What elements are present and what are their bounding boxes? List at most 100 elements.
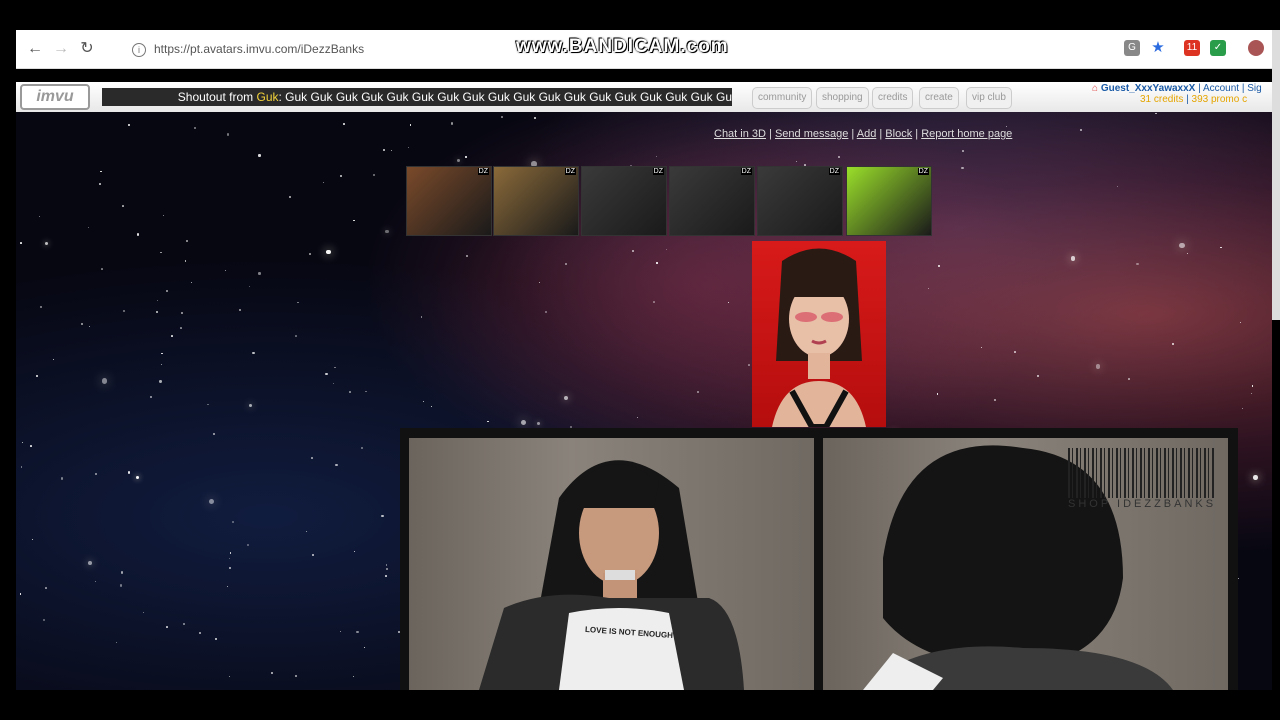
chat-in-3d-link[interactable]: Chat in 3D (714, 128, 766, 140)
star-decoration (430, 405, 432, 407)
star-decoration (156, 299, 159, 302)
nav-vip-club[interactable]: vip club (966, 87, 1012, 109)
nav-shopping[interactable]: shopping (816, 87, 869, 109)
avatar-portrait-icon (772, 248, 866, 427)
star-decoration (170, 335, 173, 338)
star-decoration (156, 310, 159, 313)
star-decoration (238, 308, 242, 312)
star-decoration (1079, 128, 1082, 131)
front-photo[interactable]: LOVE IS NOT ENOUGH (409, 438, 814, 690)
shoutout-name[interactable]: Guk (256, 90, 278, 104)
product-thumbnail[interactable]: DZ (669, 166, 755, 236)
barcode-graphic (1068, 448, 1216, 498)
shop-text: SHOP IDEZZBANKS (1068, 498, 1217, 510)
star-decoration (322, 181, 324, 183)
star-decoration (1005, 126, 1007, 128)
send-message-link[interactable]: Send message (775, 128, 848, 140)
star-decoration (101, 378, 107, 384)
star-decoration (99, 183, 101, 186)
star-decoration (101, 267, 104, 270)
star-decoration (88, 561, 93, 566)
star-decoration (94, 472, 97, 475)
avatar-picture[interactable] (752, 241, 886, 427)
product-thumbnail[interactable]: DZ (406, 166, 492, 236)
star-decoration (339, 630, 342, 633)
star-decoration (961, 166, 964, 170)
product-thumbnail[interactable]: DZ (493, 166, 579, 236)
star-decoration (35, 374, 38, 378)
nav-community[interactable]: community (752, 87, 813, 109)
star-decoration (936, 393, 938, 395)
user-box: ⌂ Guest_XxxYawaxxX | Account | Sig 31 cr… (1092, 83, 1262, 105)
extension-icon[interactable]: ✓ (1210, 40, 1226, 56)
home-icon[interactable]: ⌂ (1092, 83, 1098, 94)
star-decoration (465, 156, 467, 158)
star-decoration (565, 263, 567, 265)
star-decoration (227, 585, 229, 587)
imvu-logo[interactable]: imvu (20, 84, 90, 110)
product-thumbnail[interactable]: DZ (581, 166, 667, 236)
star-decoration (381, 514, 384, 518)
nav-create[interactable]: create (919, 87, 959, 109)
star-decoration (537, 421, 541, 425)
star-decoration (937, 264, 940, 267)
star-decoration (335, 463, 338, 467)
profile-avatar-icon[interactable] (1248, 40, 1264, 56)
star-decoration (334, 366, 337, 369)
star-decoration (160, 251, 163, 254)
bookmark-star-icon[interactable]: ★ (1150, 40, 1166, 56)
nav-credits[interactable]: credits (872, 87, 914, 109)
forward-icon[interactable]: → (50, 39, 72, 59)
star-decoration (538, 281, 541, 284)
star-decoration (748, 364, 750, 366)
star-decoration (386, 564, 388, 566)
star-decoration (353, 675, 355, 677)
star-decoration (1128, 378, 1130, 380)
thumbnail-tag: DZ (917, 168, 929, 175)
extension-badge-count: 11 (1186, 42, 1198, 53)
sign-link[interactable]: Sig (1247, 83, 1261, 94)
star-decoration (487, 420, 490, 423)
star-decoration (45, 241, 49, 245)
star-decoration (252, 351, 255, 355)
page-scrollbar[interactable] (1272, 30, 1280, 320)
star-decoration (326, 249, 331, 255)
star-decoration (1251, 385, 1254, 387)
star-decoration (127, 471, 131, 474)
reload-icon[interactable]: ↻ (76, 39, 98, 59)
star-decoration (361, 446, 364, 449)
credits-count: 31 credits (1140, 94, 1184, 105)
star-decoration (228, 567, 231, 570)
star-decoration (1136, 263, 1139, 266)
star-decoration (229, 552, 231, 554)
star-decoration (534, 116, 537, 119)
star-decoration (332, 383, 335, 385)
star-decoration (962, 150, 965, 152)
info-icon[interactable]: i (132, 42, 146, 57)
shoutout-bar[interactable]: Shoutout from Guk: Guk Guk Guk Guk Guk G… (102, 88, 732, 106)
block-link[interactable]: Block (885, 128, 912, 140)
shoutout-text: : Guk Guk Guk Guk Guk Guk Guk Guk Guk Gu… (278, 90, 733, 104)
star-decoration (696, 391, 699, 393)
product-thumbnail[interactable]: DZ (757, 166, 843, 236)
star-decoration (166, 626, 168, 628)
account-link[interactable]: Account (1203, 83, 1239, 94)
star-decoration (1014, 351, 1016, 354)
star-decoration (213, 432, 216, 435)
product-thumbnail[interactable]: DZ (846, 166, 932, 236)
star-decoration (229, 558, 231, 560)
extension-badge-icon[interactable]: 11 (1184, 40, 1200, 56)
star-decoration (1155, 112, 1157, 114)
star-decoration (563, 395, 568, 400)
star-decoration (180, 312, 183, 315)
star-decoration (88, 326, 90, 328)
translate-icon[interactable]: G (1124, 40, 1140, 56)
star-decoration (1117, 185, 1119, 187)
add-link[interactable]: Add (857, 128, 877, 140)
star-decoration (385, 575, 388, 578)
user-name[interactable]: Guest_XxxYawaxxX (1101, 83, 1196, 94)
report-home-page-link[interactable]: Report home page (921, 128, 1012, 140)
back-icon[interactable]: ← (24, 39, 46, 59)
bandicam-watermark: www.BANDICAM.com (516, 36, 729, 57)
star-decoration (30, 445, 33, 447)
